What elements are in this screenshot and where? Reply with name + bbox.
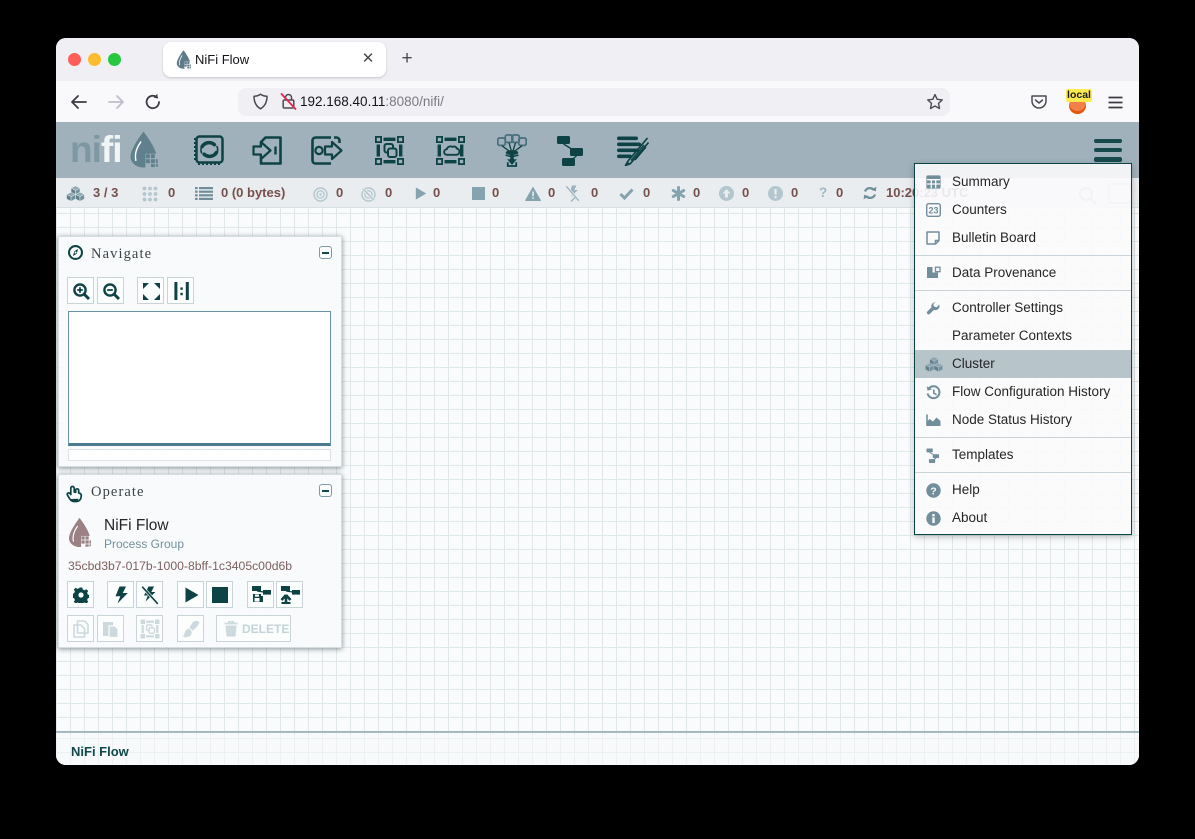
svg-text:?: ?	[930, 485, 936, 497]
svg-text:23: 23	[928, 206, 938, 216]
